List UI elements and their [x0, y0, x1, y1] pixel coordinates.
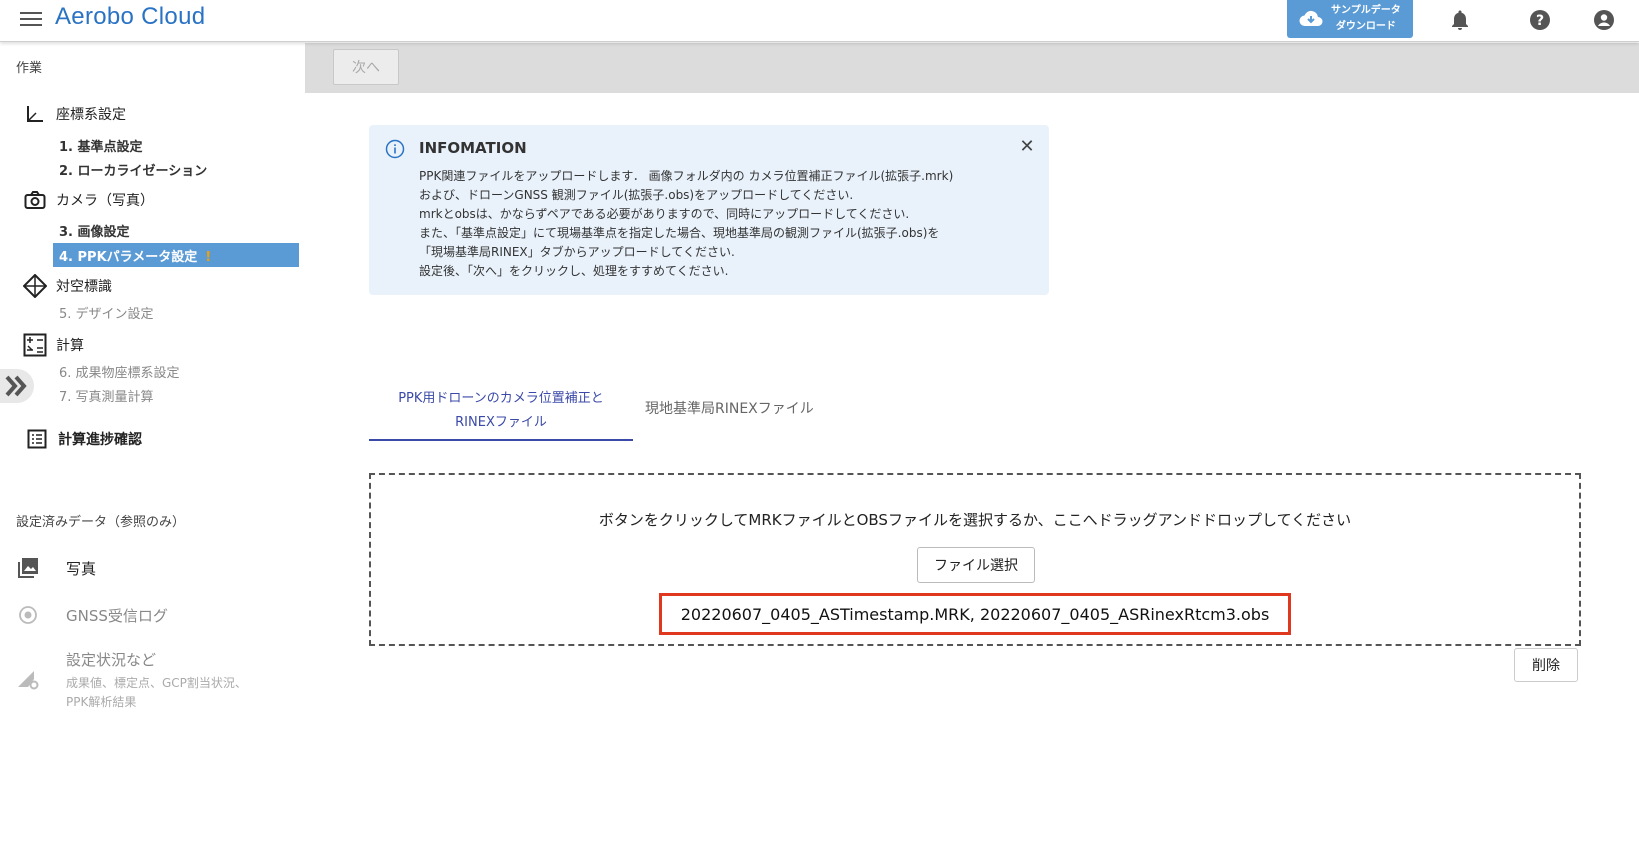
sidebar-ref-photos[interactable]: 写真	[16, 556, 96, 580]
double-chevron-icon	[5, 375, 27, 397]
sidebar-group-progress[interactable]: 計算進捗確認	[24, 426, 142, 452]
help-icon[interactable]: ?	[1528, 8, 1552, 32]
sidebar-step-3[interactable]: 3. 画像設定	[59, 221, 130, 240]
file-drop-zone[interactable]: ボタンをクリックしてMRKファイルとOBSファイルを選択するか、ここへドラッグア…	[369, 473, 1581, 646]
sidebar-step-6[interactable]: 6. 成果物座標系設定	[59, 362, 180, 381]
sidebar-group-calc[interactable]: 計算	[22, 332, 84, 358]
top-toolbar: 次へ	[305, 43, 1639, 93]
section-title-work: 作業	[16, 61, 43, 76]
sidebar-step-2[interactable]: 2. ローカライゼーション	[59, 160, 207, 179]
delete-button[interactable]: 削除	[1514, 648, 1578, 682]
list-icon	[27, 429, 47, 449]
info-title: INFOMATION	[419, 139, 527, 157]
close-icon[interactable]: ✕	[1017, 137, 1037, 157]
drop-zone-message: ボタンをクリックしてMRKファイルとOBSファイルを選択するか、ここへドラッグア…	[598, 511, 1352, 529]
info-line: 「現場基準局RINEX」タブからアップロードしてください.	[419, 245, 735, 259]
info-line: mrkとobsは、かならずペアである必要がありますので、同時にアップロードしてく…	[419, 207, 910, 221]
ref-sub-label: 成果値、標定点、GCP割当状況、	[66, 676, 247, 690]
app-header: Aerobo Cloud サンプルデータ ダウンロード ?	[0, 0, 1639, 42]
sidebar-group-label: 座標系設定	[56, 107, 126, 123]
sidebar-group-label: 対空標識	[56, 279, 112, 295]
info-body: PPK関連ファイルをアップロードします． 画像フォルダ内の カメラ位置補正ファイ…	[419, 167, 1029, 281]
sidebar-group-camera[interactable]: カメラ（写真）	[22, 187, 154, 213]
selected-file-names: 20220607_0405_ASTimestamp.MRK, 20220607_…	[659, 593, 1291, 635]
sidebar-group-label: カメラ（写真）	[56, 193, 154, 209]
tab-label-line2: RINEXファイル	[455, 415, 547, 430]
download-label-line2: ダウンロード	[1335, 21, 1396, 32]
ref-sub-label-2: PPK解析結果	[66, 695, 137, 709]
sidebar-step-4-active[interactable]: 4. PPKパラメータ設定!	[53, 243, 299, 267]
diamond-target-icon	[23, 274, 47, 298]
ref-label: GNSS受信ログ	[66, 606, 168, 625]
info-line: PPK関連ファイルをアップロードします． 画像フォルダ内の カメラ位置補正ファイ…	[419, 169, 954, 183]
file-select-button[interactable]: ファイル選択	[917, 547, 1035, 583]
bell-icon[interactable]	[1448, 8, 1472, 32]
tab-base-station-rinex[interactable]: 現地基準局RINEXファイル	[645, 398, 814, 418]
tab-ppk-drone-files[interactable]: PPK用ドローンのカメラ位置補正と RINEXファイル	[369, 385, 633, 441]
hamburger-menu-icon[interactable]	[20, 9, 42, 29]
radio-icon	[19, 606, 37, 624]
sidebar-step-7[interactable]: 7. 写真測量計算	[59, 386, 154, 405]
info-icon	[385, 139, 405, 159]
ref-label: 設定状況など	[66, 651, 157, 669]
ref-label: 写真	[66, 559, 97, 578]
sidebar-step-1[interactable]: 1. 基準点設定	[59, 136, 143, 155]
account-icon[interactable]	[1592, 8, 1616, 32]
info-line: 設定後、「次へ」をクリックし、処理をすすめてください.	[419, 264, 729, 278]
warning-icon: !	[205, 250, 212, 265]
tab-label-line1: PPK用ドローンのカメラ位置補正と	[398, 391, 604, 406]
sidebar-ref-gnss[interactable]: GNSS受信ログ	[16, 603, 168, 627]
calculator-icon	[23, 333, 47, 357]
cloud-download-icon	[1299, 10, 1323, 27]
sidebar-step-5[interactable]: 5. デザイン設定	[59, 303, 154, 322]
sidebar-group-label: 計算	[56, 338, 84, 354]
svg-text:?: ?	[1536, 13, 1544, 29]
sidebar: 作業 座標系設定 1. 基準点設定 2. ローカライゼーション カメラ（写真） …	[0, 43, 305, 866]
sidebar-group-coordinate[interactable]: 座標系設定	[22, 101, 126, 127]
sidebar-step-label: 4. PPKパラメータ設定	[59, 250, 198, 265]
sample-data-download-button[interactable]: サンプルデータ ダウンロード	[1287, 0, 1413, 38]
settings-chart-icon	[18, 671, 39, 690]
download-label-line1: サンプルデータ	[1331, 5, 1401, 16]
sidebar-ref-settings[interactable]: 設定状況など 成果値、標定点、GCP割当状況、 PPK解析結果	[16, 649, 247, 710]
camera-icon	[24, 191, 46, 209]
info-line: また、「基準点設定」にて現場基準点を指定した場合、現地基準局の観測ファイル(拡張…	[419, 226, 940, 240]
axis-icon	[27, 106, 43, 122]
sidebar-collapse-button[interactable]	[0, 369, 34, 403]
section-title-reference: 設定済みデータ（参照のみ）	[16, 515, 186, 530]
app-title[interactable]: Aerobo Cloud	[55, 3, 205, 31]
next-button[interactable]: 次へ	[333, 49, 399, 85]
info-line: および、ドローンGNSS 観測ファイル(拡張子.obs)をアップロードしてくださ…	[419, 188, 854, 202]
photo-icon	[18, 558, 38, 578]
sidebar-group-target[interactable]: 対空標識	[22, 273, 112, 299]
info-panel: INFOMATION ✕ PPK関連ファイルをアップロードします． 画像フォルダ…	[369, 125, 1049, 295]
sidebar-group-label: 計算進捗確認	[58, 432, 142, 448]
